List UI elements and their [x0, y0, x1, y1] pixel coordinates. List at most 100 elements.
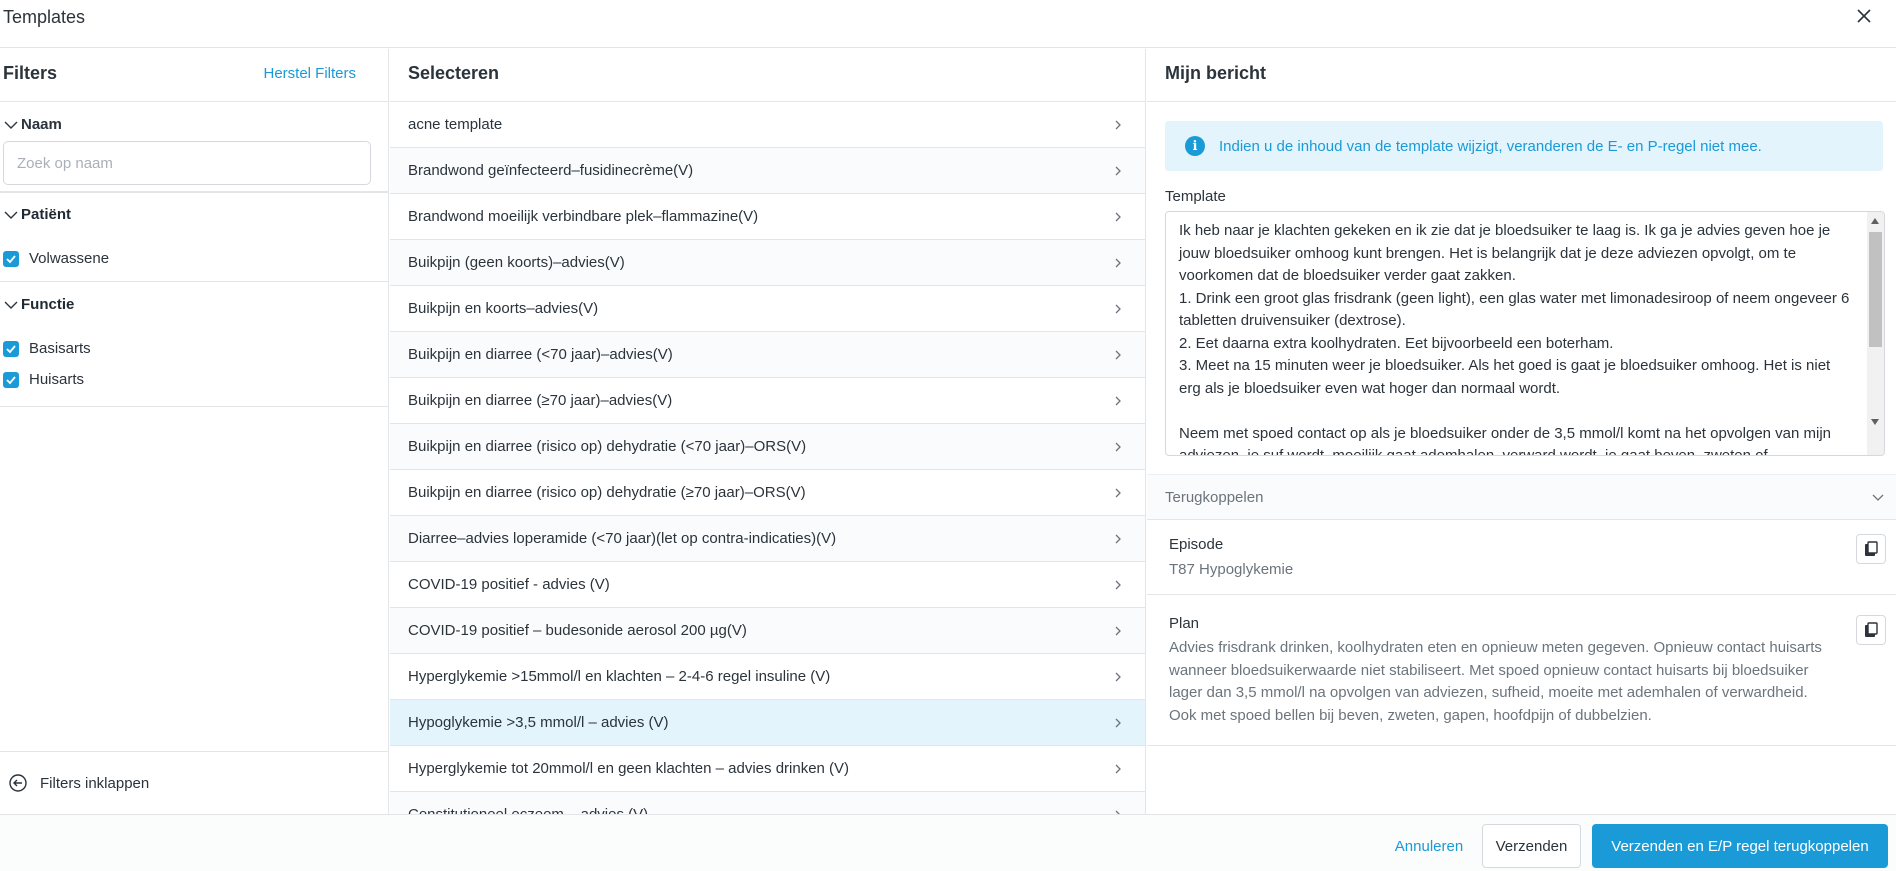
- select-header: Selecteren: [390, 49, 1145, 102]
- template-list-item[interactable]: Constitutioneel eczeem – advies (V): [390, 792, 1145, 814]
- filter-toggle-patient[interactable]: Patiënt: [3, 206, 71, 223]
- dialog-title: Templates: [3, 7, 86, 27]
- template-list-item[interactable]: Hyperglykemie tot 20mmol/l en geen klach…: [390, 746, 1145, 792]
- chevron-right-icon: [1115, 396, 1121, 406]
- template-item-label: Buikpijn en diarree (<70 jaar)–advies(V): [408, 346, 673, 363]
- cancel-button[interactable]: Annuleren: [1374, 824, 1484, 868]
- template-list-item[interactable]: Brandwond geïnfecteerd–fusidinecrème(V): [390, 148, 1145, 194]
- template-item-label: Buikpijn en diarree (≥70 jaar)–advies(V): [408, 392, 673, 409]
- filters-title: Filters: [3, 63, 58, 83]
- info-banner: i Indien u de inhoud van de template wij…: [1165, 121, 1883, 171]
- template-item-label: Buikpijn en diarree (risico op) dehydrat…: [408, 484, 806, 501]
- filter-section-patient: Patiënt Volwassene: [0, 192, 389, 282]
- template-list-item[interactable]: COVID-19 positief – budesonide aerosol 2…: [390, 608, 1145, 654]
- template-list-item[interactable]: Hyperglykemie >15mmol/l en klachten – 2-…: [390, 654, 1145, 700]
- send-button[interactable]: Verzenden: [1482, 824, 1581, 868]
- template-list-item[interactable]: Brandwond moeilijk verbindbare plek–flam…: [390, 194, 1145, 240]
- checkbox-volwassene[interactable]: Volwassene: [3, 250, 109, 267]
- checkbox-checked-icon: [3, 371, 19, 388]
- info-icon: i: [1185, 136, 1205, 156]
- template-item-label: Constitutioneel eczeem – advies (V): [408, 806, 648, 814]
- checkbox-label: Basisarts: [29, 340, 91, 357]
- message-panel: Mijn bericht i Indien u de inhoud van de…: [1147, 49, 1896, 814]
- template-item-label: acne template: [408, 116, 503, 133]
- chevron-right-icon: [1115, 580, 1121, 590]
- chevron-down-icon: [4, 121, 18, 129]
- template-item-label: Buikpijn en koorts–advies(V): [408, 300, 599, 317]
- template-list-item[interactable]: acne template: [390, 102, 1145, 148]
- dialog-header: Templates: [0, 0, 1896, 48]
- info-text: Indien u de inhoud van de template wijzi…: [1219, 137, 1762, 155]
- template-item-label: Diarree–advies loperamide (<70 jaar)(let…: [408, 530, 837, 547]
- filter-label-functie: Functie: [21, 296, 75, 313]
- chevron-right-icon: [1115, 120, 1121, 130]
- template-text: Ik heb naar je klachten gekeken en ik zi…: [1179, 222, 1850, 456]
- collapse-filters-label: Filters inklappen: [40, 774, 150, 792]
- template-item-label: Buikpijn en diarree (risico op) dehydrat…: [408, 438, 807, 455]
- template-item-label: Hyperglykemie >15mmol/l en klachten – 2-…: [408, 668, 831, 685]
- scroll-up-icon[interactable]: [1871, 218, 1879, 224]
- chevron-right-icon: [1115, 304, 1121, 314]
- scrollbar-thumb[interactable]: [1869, 232, 1882, 347]
- copy-plan-button[interactable]: [1856, 615, 1886, 645]
- close-icon[interactable]: [1854, 6, 1874, 26]
- chevron-right-icon: [1115, 488, 1121, 498]
- template-list-item[interactable]: Buikpijn en diarree (risico op) dehydrat…: [390, 470, 1145, 516]
- dialog-footer: Annuleren Verzenden Verzenden en E/P reg…: [0, 814, 1896, 871]
- episode-row: Episode T87 Hypoglykemie: [1147, 520, 1896, 595]
- chevron-down-icon: [4, 211, 18, 219]
- template-item-label: COVID-19 positief - advies (V): [408, 576, 610, 593]
- template-list-item[interactable]: Buikpijn en diarree (risico op) dehydrat…: [390, 424, 1145, 470]
- filters-panel: Filters Herstel Filters Naam Patiënt Vol…: [0, 49, 389, 814]
- template-item-label: Hyperglykemie tot 20mmol/l en geen klach…: [408, 760, 850, 777]
- chevron-right-icon: [1115, 350, 1121, 360]
- template-label: Template: [1165, 188, 1226, 205]
- checkbox-basisarts[interactable]: Basisarts: [3, 340, 91, 357]
- plan-value: Advies frisdrank drinken, koolhydraten e…: [1169, 639, 1822, 724]
- filter-toggle-functie[interactable]: Functie: [3, 296, 74, 313]
- plan-label: Plan: [1169, 615, 1200, 632]
- checkbox-checked-icon: [3, 340, 19, 357]
- chevron-down-icon: [4, 301, 18, 309]
- template-list-item[interactable]: Diarree–advies loperamide (<70 jaar)(let…: [390, 516, 1145, 562]
- scrollbar[interactable]: [1867, 212, 1884, 455]
- chevron-right-icon: [1115, 442, 1121, 452]
- template-list-item[interactable]: Buikpijn en koorts–advies(V): [390, 286, 1145, 332]
- template-item-label: Hypoglykemie >3,5 mmol/l – advies (V): [408, 714, 669, 731]
- template-item-label: Brandwond geïnfecteerd–fusidinecrème(V): [408, 162, 694, 179]
- chevron-right-icon: [1115, 626, 1121, 636]
- template-list-item[interactable]: COVID-19 positief - advies (V): [390, 562, 1145, 608]
- template-list-item[interactable]: Buikpijn en diarree (≥70 jaar)–advies(V): [390, 378, 1145, 424]
- template-list: acne template Brandwond geïnfecteerd–fusi…: [390, 102, 1145, 814]
- checkbox-label: Huisarts: [29, 371, 85, 388]
- template-list-item[interactable]: Buikpijn (geen koorts)–advies(V): [390, 240, 1145, 286]
- filter-section-functie: Functie Basisarts Huisarts: [0, 282, 389, 407]
- episode-label: Episode: [1169, 536, 1224, 553]
- template-list-item[interactable]: Hypoglykemie >3,5 mmol/l – advies (V): [390, 700, 1145, 746]
- template-list-item[interactable]: Buikpijn en diarree (<70 jaar)–advies(V): [390, 332, 1145, 378]
- arrow-left-circle-icon: [9, 774, 27, 792]
- checkbox-checked-icon: [3, 250, 19, 267]
- feedback-toggle[interactable]: Terugkoppelen: [1147, 474, 1896, 520]
- chevron-right-icon: [1115, 166, 1121, 176]
- message-title: Mijn bericht: [1165, 63, 1267, 83]
- checkbox-label: Volwassene: [29, 250, 110, 267]
- message-header: Mijn bericht: [1147, 49, 1896, 102]
- template-item-label: COVID-19 positief – budesonide aerosol 2…: [408, 622, 747, 639]
- collapse-filters-button[interactable]: Filters inklappen: [0, 751, 389, 814]
- template-textarea[interactable]: Ik heb naar je klachten gekeken en ik zi…: [1165, 211, 1885, 456]
- chevron-right-icon: [1115, 672, 1121, 682]
- send-with-ep-button[interactable]: Verzenden en E/P regel terugkoppelen: [1592, 824, 1888, 868]
- template-item-label: Buikpijn (geen koorts)–advies(V): [408, 254, 625, 271]
- template-item-label: Brandwond moeilijk verbindbare plek–flam…: [408, 208, 759, 225]
- reset-filters-link[interactable]: Herstel Filters: [263, 65, 356, 82]
- filter-label-patient: Patiënt: [21, 206, 72, 223]
- search-name-input[interactable]: [3, 141, 371, 185]
- episode-value: T87 Hypoglykemie: [1169, 561, 1294, 578]
- scroll-down-icon[interactable]: [1871, 419, 1879, 425]
- copy-episode-button[interactable]: [1856, 534, 1886, 564]
- filters-header: Filters Herstel Filters: [0, 49, 388, 102]
- filter-toggle-naam[interactable]: Naam: [3, 116, 62, 133]
- chevron-right-icon: [1115, 718, 1121, 728]
- checkbox-huisarts[interactable]: Huisarts: [3, 371, 84, 388]
